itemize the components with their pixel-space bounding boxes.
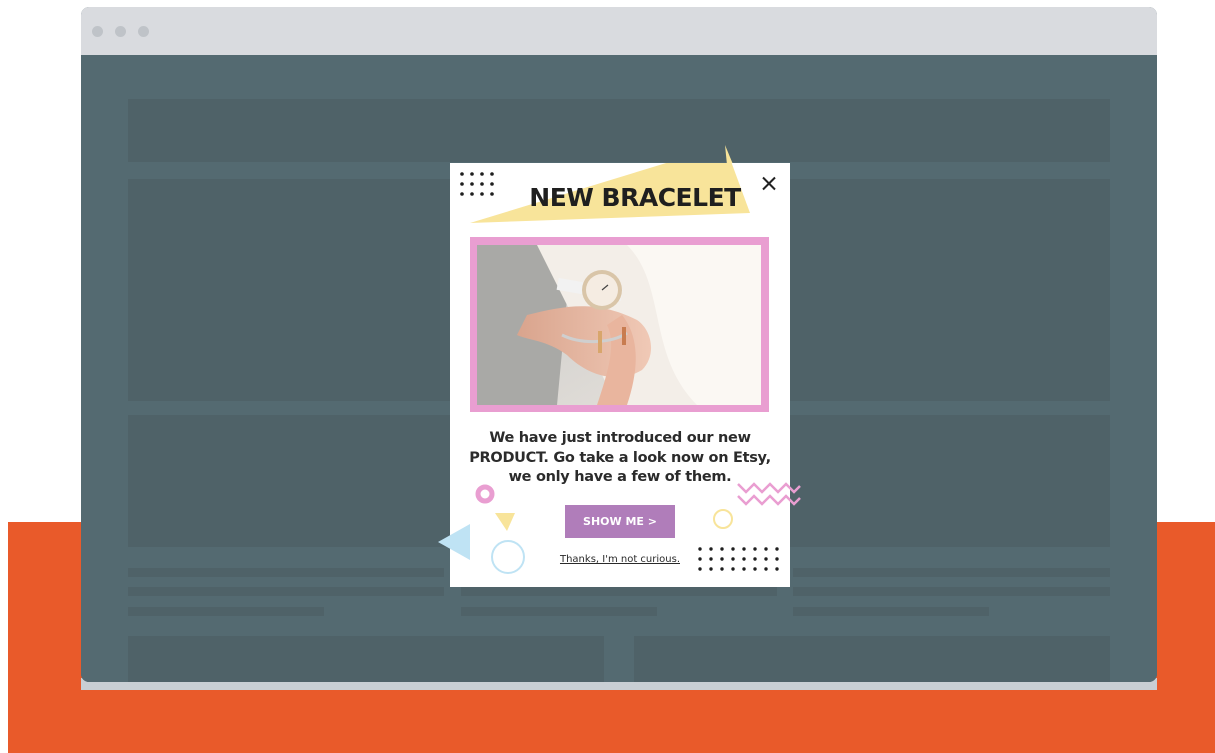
product-image bbox=[477, 245, 761, 405]
dismiss-link[interactable]: Thanks, I'm not curious. bbox=[550, 554, 690, 565]
placeholder-header bbox=[128, 99, 1110, 162]
window-minimize-dot[interactable] bbox=[115, 26, 126, 37]
placeholder-text-line bbox=[461, 587, 777, 596]
close-icon[interactable] bbox=[758, 173, 780, 195]
pink-ring-decoration bbox=[475, 484, 495, 504]
dot-grid-bottom-icon bbox=[698, 547, 779, 571]
browser-titlebar bbox=[81, 7, 1157, 55]
blue-triangle-decoration bbox=[438, 524, 470, 560]
placeholder-card bbox=[128, 636, 604, 682]
window-maximize-dot[interactable] bbox=[138, 26, 149, 37]
placeholder-card bbox=[634, 636, 1110, 682]
placeholder-text-line bbox=[461, 607, 657, 616]
placeholder-text-line bbox=[793, 587, 1110, 596]
blue-circle-decoration bbox=[491, 540, 525, 574]
popup-title: NEW BRACELET bbox=[529, 183, 741, 212]
popup-modal: NEW BRACELET We have just introduced our… bbox=[450, 163, 801, 587]
window-close-dot[interactable] bbox=[92, 26, 103, 37]
product-image-frame bbox=[470, 237, 769, 412]
placeholder-text-line bbox=[128, 568, 444, 577]
placeholder-text-line bbox=[128, 587, 444, 596]
yellow-triangle-small-decoration bbox=[495, 513, 515, 531]
placeholder-text-line bbox=[793, 607, 989, 616]
placeholder-text-line bbox=[793, 568, 1110, 577]
show-me-button[interactable]: SHOW ME > bbox=[565, 505, 675, 538]
yellow-circle-decoration bbox=[713, 509, 733, 529]
placeholder-text-line bbox=[128, 607, 324, 616]
pink-zigzag-decoration bbox=[737, 482, 801, 506]
popup-description: We have just introduced our new PRODUCT.… bbox=[469, 430, 771, 485]
